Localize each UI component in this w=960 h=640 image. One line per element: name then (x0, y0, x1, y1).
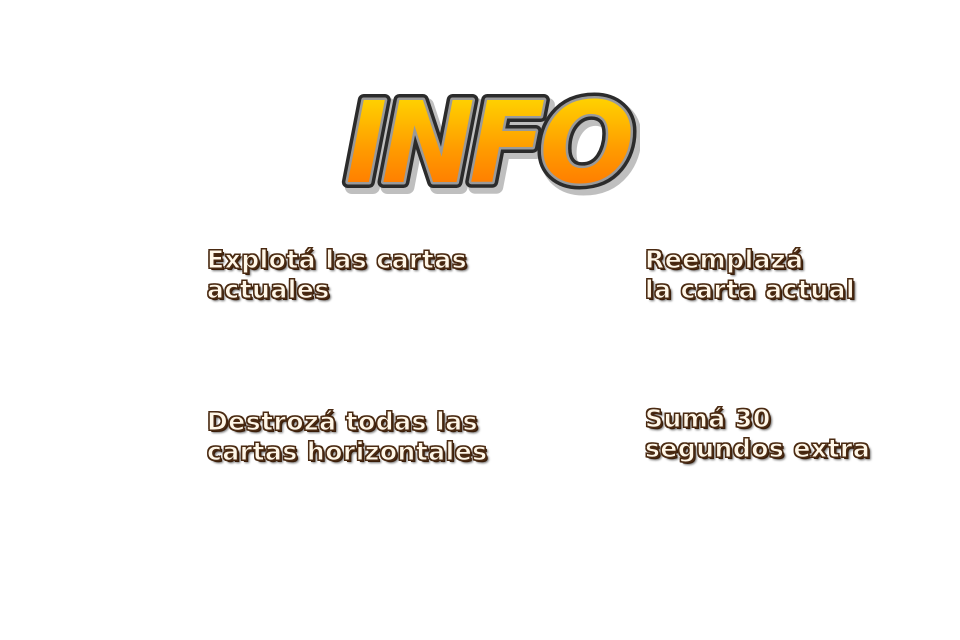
tip-explode-line1: Explotá las cartas (206, 245, 468, 275)
info-title-text: INFO (345, 79, 631, 205)
tip-replace-card: Reemplazá la carta actual (644, 245, 856, 305)
info-title: INFO INFO INFO INFO (330, 70, 640, 205)
tip-replace-line2: la carta actual (644, 275, 856, 305)
tip-time-line2: segundos extra (644, 434, 871, 464)
tip-time-line1: Sumá 30 (644, 404, 771, 434)
tip-explode-cards: Explotá las cartas actuales (206, 245, 468, 305)
tip-destroy-line2: cartas horizontales (207, 437, 488, 467)
tip-extra-time: Sumá 30 segundos extra (644, 404, 871, 464)
tip-explode-line2: actuales (206, 275, 330, 305)
info-screen: INFO INFO INFO INFO Explotá las cartas a… (0, 0, 960, 640)
tip-destroy-horizontal: Destrozá todas las cartas horizontales (207, 407, 488, 467)
tip-replace-line1: Reemplazá (644, 245, 804, 275)
tip-destroy-line1: Destrozá todas las (207, 407, 478, 437)
